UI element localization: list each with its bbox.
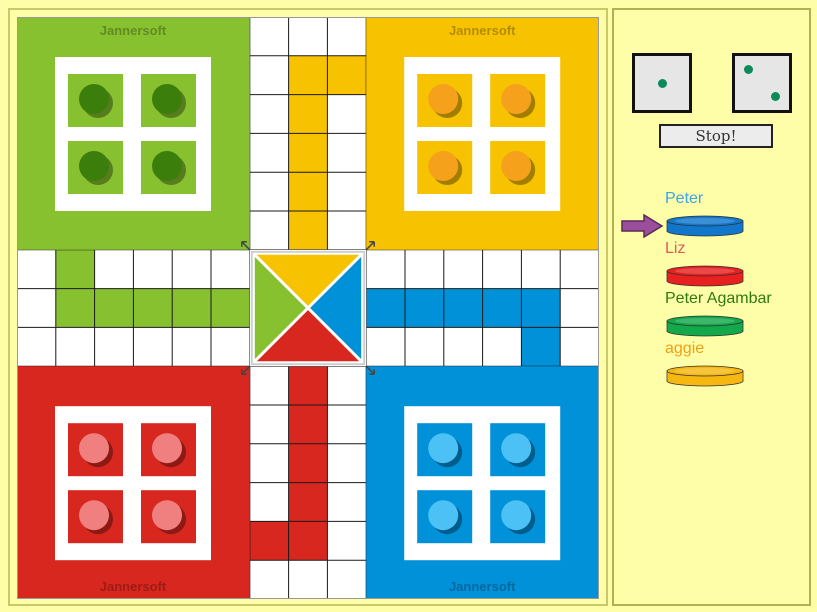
disc-shine — [675, 368, 735, 374]
watermark-text: Jannersoft — [100, 579, 167, 594]
token-blue[interactable] — [428, 500, 459, 531]
token-blue[interactable] — [501, 433, 532, 464]
player-name-3: Peter Agambar — [665, 290, 772, 307]
player-token-2 — [666, 265, 744, 287]
stop-button[interactable]: Stop! — [659, 124, 773, 148]
track-cell-blue — [443, 288, 483, 328]
track-cell-red — [249, 521, 289, 561]
player-name-4: aggie — [665, 340, 705, 357]
player-token-1 — [666, 215, 744, 237]
track-cell-green — [55, 249, 95, 289]
current-turn-arrow-icon — [621, 214, 664, 238]
track-cell-green — [172, 288, 211, 328]
token-green[interactable] — [79, 151, 109, 181]
track-cell-yellow — [327, 55, 367, 95]
track-cell-yellow — [288, 94, 328, 134]
token-green[interactable] — [79, 84, 109, 114]
track-cell-green — [211, 288, 250, 328]
disc-shine — [675, 318, 735, 324]
watermark-text: Jannersoft — [449, 579, 516, 594]
token-yellow[interactable] — [428, 151, 459, 181]
track-cell-blue — [366, 288, 405, 328]
watermark-text: Jannersoft — [100, 23, 167, 38]
track-cell-yellow — [288, 211, 328, 250]
track-cell-green — [133, 288, 173, 328]
die-pip — [657, 78, 667, 88]
token-blue[interactable] — [428, 433, 459, 464]
die-pip — [744, 65, 753, 74]
track-cell-blue — [521, 327, 561, 367]
disc-shine — [675, 218, 735, 224]
home-base-red: Jannersoft — [17, 366, 250, 599]
player-name-1: Peter — [665, 190, 704, 207]
home-base-blue: Jannersoft — [366, 366, 599, 599]
token-yellow[interactable] — [501, 84, 532, 114]
token-red[interactable] — [152, 433, 182, 464]
token-green[interactable] — [152, 84, 182, 114]
track-cell-yellow — [288, 55, 328, 95]
token-yellow[interactable] — [428, 84, 459, 114]
track-cell-green — [94, 288, 134, 328]
ludo-board[interactable]: Jannersoft Jannersoft Jannersoft Jannersoft — [17, 17, 599, 599]
token-blue[interactable] — [501, 500, 532, 531]
watermark-text: Jannersoft — [449, 23, 516, 38]
die-2[interactable] — [732, 53, 792, 113]
track-cell-yellow — [288, 133, 328, 173]
track-cell-red — [288, 405, 328, 444]
track-cell-red — [288, 521, 328, 561]
token-red[interactable] — [152, 500, 182, 531]
token-red[interactable] — [79, 433, 109, 464]
track-cell-yellow — [288, 172, 328, 211]
track-cell-green — [55, 288, 95, 328]
die-1[interactable] — [632, 53, 692, 113]
token-yellow[interactable] — [501, 151, 532, 181]
home-base-yellow: Jannersoft — [366, 17, 599, 250]
track-cell-blue — [482, 288, 522, 328]
track-cell-red — [288, 482, 328, 522]
track-cell-red — [288, 443, 328, 483]
track-cell-blue — [405, 288, 444, 328]
die-pip — [771, 92, 780, 101]
token-red[interactable] — [79, 500, 109, 531]
token-green[interactable] — [152, 151, 182, 181]
disc-shine — [675, 268, 735, 274]
home-base-green: Jannersoft — [17, 17, 250, 250]
player-name-2: Liz — [665, 240, 686, 257]
player-token-4 — [666, 365, 744, 387]
side-panel: Stop! Peter Liz Peter Agambar aggie — [612, 8, 811, 606]
track-cell-blue — [521, 288, 561, 328]
player-token-3 — [666, 315, 744, 337]
track-cell-red — [288, 366, 328, 405]
